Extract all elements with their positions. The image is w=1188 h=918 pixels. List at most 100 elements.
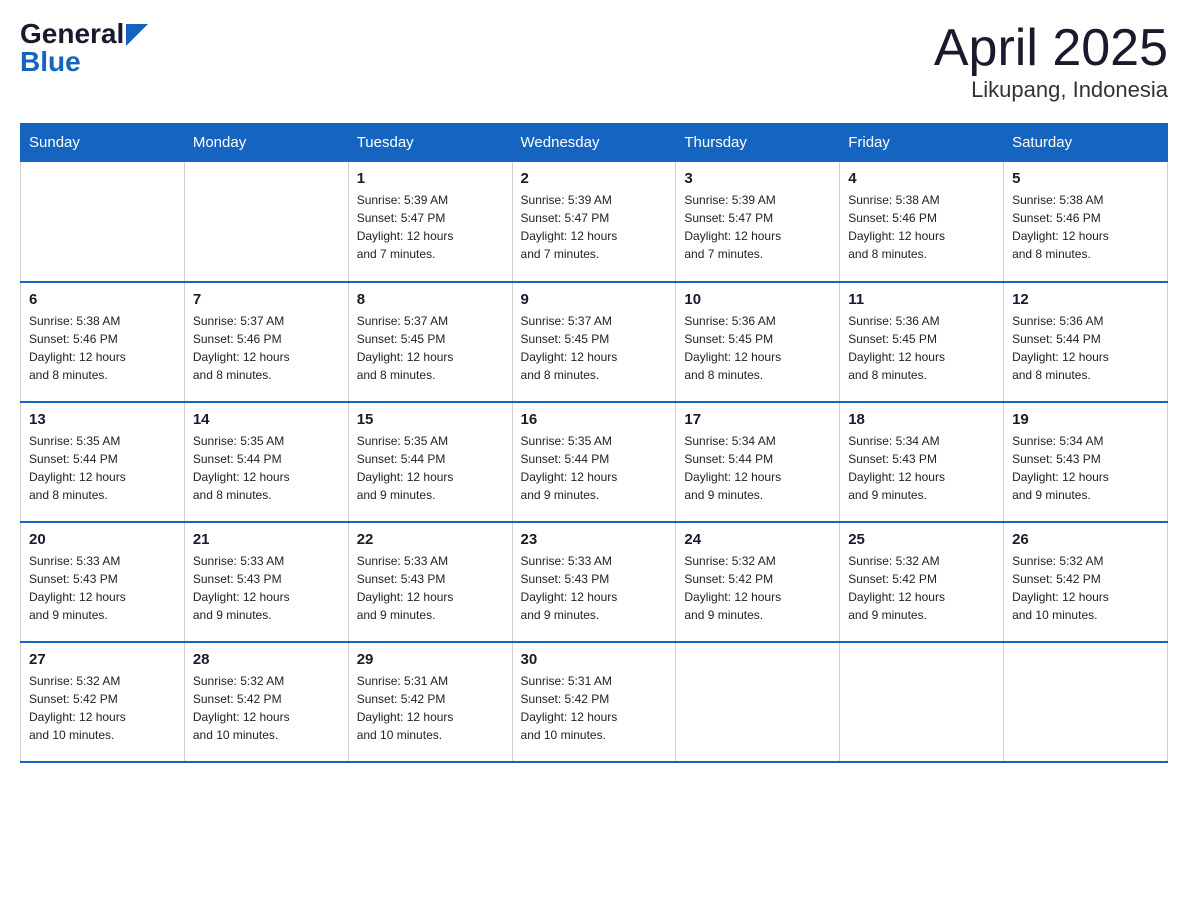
day-number: 24 — [684, 531, 831, 548]
day-number: 29 — [357, 651, 504, 668]
day-info: Sunrise: 5:35 AM Sunset: 5:44 PM Dayligh… — [29, 432, 176, 504]
day-number: 8 — [357, 291, 504, 308]
day-number: 23 — [521, 531, 668, 548]
week-row-3: 13 Sunrise: 5:35 AM Sunset: 5:44 PM Dayli… — [21, 402, 1168, 522]
day-info: Sunrise: 5:34 AM Sunset: 5:43 PM Dayligh… — [848, 432, 995, 504]
day-info: Sunrise: 5:38 AM Sunset: 5:46 PM Dayligh… — [848, 191, 995, 263]
day-info: Sunrise: 5:38 AM Sunset: 5:46 PM Dayligh… — [29, 312, 176, 384]
day-number: 20 — [29, 531, 176, 548]
week-row-2: 6 Sunrise: 5:38 AM Sunset: 5:46 PM Daylig… — [21, 282, 1168, 402]
calendar-cell: 17 Sunrise: 5:34 AM Sunset: 5:44 PM Dayli… — [676, 402, 840, 522]
calendar-cell: 1 Sunrise: 5:39 AM Sunset: 5:47 PM Daylig… — [348, 162, 512, 282]
day-number: 17 — [684, 411, 831, 428]
day-number: 22 — [357, 531, 504, 548]
day-info: Sunrise: 5:33 AM Sunset: 5:43 PM Dayligh… — [29, 552, 176, 624]
calendar-cell: 23Sunrise: 5:33 AM Sunset: 5:43 PM Dayli… — [512, 522, 676, 642]
week-row-1: 1 Sunrise: 5:39 AM Sunset: 5:47 PM Daylig… — [21, 162, 1168, 282]
day-number: 21 — [193, 531, 340, 548]
calendar-cell: 28 Sunrise: 5:32 AM Sunset: 5:42 PM Dayli… — [184, 642, 348, 762]
logo-blue: Blue — [20, 46, 81, 77]
header-thursday: Thursday — [676, 124, 840, 162]
calendar-cell: 2 Sunrise: 5:39 AM Sunset: 5:47 PM Daylig… — [512, 162, 676, 282]
calendar-cell: 10Sunrise: 5:36 AM Sunset: 5:45 PM Dayli… — [676, 282, 840, 402]
day-info: Sunrise: 5:32 AM Sunset: 5:42 PM Dayligh… — [684, 552, 831, 624]
calendar-cell: 21 Sunrise: 5:33 AM Sunset: 5:43 PM Dayli… — [184, 522, 348, 642]
header-sunday: Sunday — [21, 124, 185, 162]
calendar-cell — [676, 642, 840, 762]
calendar-cell: 29 Sunrise: 5:31 AM Sunset: 5:42 PM Dayli… — [348, 642, 512, 762]
calendar-cell — [1004, 642, 1168, 762]
day-info: Sunrise: 5:38 AM Sunset: 5:46 PM Dayligh… — [1012, 191, 1159, 263]
header-friday: Friday — [840, 124, 1004, 162]
day-number: 26 — [1012, 531, 1159, 548]
page-header: General Blue April 2025 Likupang, Indone… — [20, 20, 1168, 103]
day-info: Sunrise: 5:37 AM Sunset: 5:46 PM Dayligh… — [193, 312, 340, 384]
calendar-cell: 11Sunrise: 5:36 AM Sunset: 5:45 PM Dayli… — [840, 282, 1004, 402]
day-info: Sunrise: 5:34 AM Sunset: 5:43 PM Dayligh… — [1012, 432, 1159, 504]
day-number: 18 — [848, 411, 995, 428]
day-number: 14 — [193, 411, 340, 428]
day-info: Sunrise: 5:31 AM Sunset: 5:42 PM Dayligh… — [357, 672, 504, 744]
calendar-cell: 25 Sunrise: 5:32 AM Sunset: 5:42 PM Dayli… — [840, 522, 1004, 642]
day-info: Sunrise: 5:33 AM Sunset: 5:43 PM Dayligh… — [193, 552, 340, 624]
day-number: 15 — [357, 411, 504, 428]
calendar-table: SundayMondayTuesdayWednesdayThursdayFrid… — [20, 123, 1168, 763]
day-info: Sunrise: 5:33 AM Sunset: 5:43 PM Dayligh… — [357, 552, 504, 624]
calendar-cell: 27 Sunrise: 5:32 AM Sunset: 5:42 PM Dayli… — [21, 642, 185, 762]
day-number: 2 — [521, 170, 668, 187]
day-number: 1 — [357, 170, 504, 187]
day-number: 6 — [29, 291, 176, 308]
day-info: Sunrise: 5:35 AM Sunset: 5:44 PM Dayligh… — [357, 432, 504, 504]
calendar-cell: 12 Sunrise: 5:36 AM Sunset: 5:44 PM Dayli… — [1004, 282, 1168, 402]
day-number: 12 — [1012, 291, 1159, 308]
calendar-cell — [840, 642, 1004, 762]
day-number: 3 — [684, 170, 831, 187]
day-number: 27 — [29, 651, 176, 668]
calendar-cell: 13 Sunrise: 5:35 AM Sunset: 5:44 PM Dayli… — [21, 402, 185, 522]
day-number: 28 — [193, 651, 340, 668]
calendar-cell: 19Sunrise: 5:34 AM Sunset: 5:43 PM Dayli… — [1004, 402, 1168, 522]
day-info: Sunrise: 5:37 AM Sunset: 5:45 PM Dayligh… — [357, 312, 504, 384]
page-title: April 2025 — [934, 20, 1168, 77]
calendar-cell: 24 Sunrise: 5:32 AM Sunset: 5:42 PM Dayli… — [676, 522, 840, 642]
day-number: 4 — [848, 170, 995, 187]
week-row-5: 27 Sunrise: 5:32 AM Sunset: 5:42 PM Dayli… — [21, 642, 1168, 762]
calendar-cell: 8 Sunrise: 5:37 AM Sunset: 5:45 PM Daylig… — [348, 282, 512, 402]
day-number: 13 — [29, 411, 176, 428]
calendar-cell: 26 Sunrise: 5:32 AM Sunset: 5:42 PM Dayli… — [1004, 522, 1168, 642]
day-info: Sunrise: 5:39 AM Sunset: 5:47 PM Dayligh… — [521, 191, 668, 263]
day-info: Sunrise: 5:35 AM Sunset: 5:44 PM Dayligh… — [193, 432, 340, 504]
day-info: Sunrise: 5:32 AM Sunset: 5:42 PM Dayligh… — [1012, 552, 1159, 624]
calendar-cell: 16Sunrise: 5:35 AM Sunset: 5:44 PM Dayli… — [512, 402, 676, 522]
day-info: Sunrise: 5:36 AM Sunset: 5:44 PM Dayligh… — [1012, 312, 1159, 384]
day-info: Sunrise: 5:39 AM Sunset: 5:47 PM Dayligh… — [357, 191, 504, 263]
page-subtitle: Likupang, Indonesia — [934, 77, 1168, 103]
day-info: Sunrise: 5:37 AM Sunset: 5:45 PM Dayligh… — [521, 312, 668, 384]
logo-general: General — [20, 20, 124, 48]
day-number: 7 — [193, 291, 340, 308]
day-info: Sunrise: 5:32 AM Sunset: 5:42 PM Dayligh… — [29, 672, 176, 744]
day-number: 9 — [521, 291, 668, 308]
calendar-cell: 18 Sunrise: 5:34 AM Sunset: 5:43 PM Dayli… — [840, 402, 1004, 522]
day-info: Sunrise: 5:32 AM Sunset: 5:42 PM Dayligh… — [848, 552, 995, 624]
logo: General Blue — [20, 20, 148, 76]
calendar-cell: 4 Sunrise: 5:38 AM Sunset: 5:46 PM Daylig… — [840, 162, 1004, 282]
calendar-cell — [184, 162, 348, 282]
day-info: Sunrise: 5:32 AM Sunset: 5:42 PM Dayligh… — [193, 672, 340, 744]
day-number: 25 — [848, 531, 995, 548]
header-saturday: Saturday — [1004, 124, 1168, 162]
calendar-cell: 14 Sunrise: 5:35 AM Sunset: 5:44 PM Dayli… — [184, 402, 348, 522]
calendar-header: SundayMondayTuesdayWednesdayThursdayFrid… — [21, 124, 1168, 162]
day-number: 30 — [521, 651, 668, 668]
calendar-body: 1 Sunrise: 5:39 AM Sunset: 5:47 PM Daylig… — [21, 162, 1168, 762]
day-info: Sunrise: 5:34 AM Sunset: 5:44 PM Dayligh… — [684, 432, 831, 504]
day-number: 5 — [1012, 170, 1159, 187]
calendar-cell — [21, 162, 185, 282]
calendar-cell: 22 Sunrise: 5:33 AM Sunset: 5:43 PM Dayli… — [348, 522, 512, 642]
header-tuesday: Tuesday — [348, 124, 512, 162]
calendar-cell: 9 Sunrise: 5:37 AM Sunset: 5:45 PM Daylig… — [512, 282, 676, 402]
day-number: 16 — [521, 411, 668, 428]
day-number: 10 — [684, 291, 831, 308]
calendar-cell: 3Sunrise: 5:39 AM Sunset: 5:47 PM Daylig… — [676, 162, 840, 282]
day-info: Sunrise: 5:31 AM Sunset: 5:42 PM Dayligh… — [521, 672, 668, 744]
